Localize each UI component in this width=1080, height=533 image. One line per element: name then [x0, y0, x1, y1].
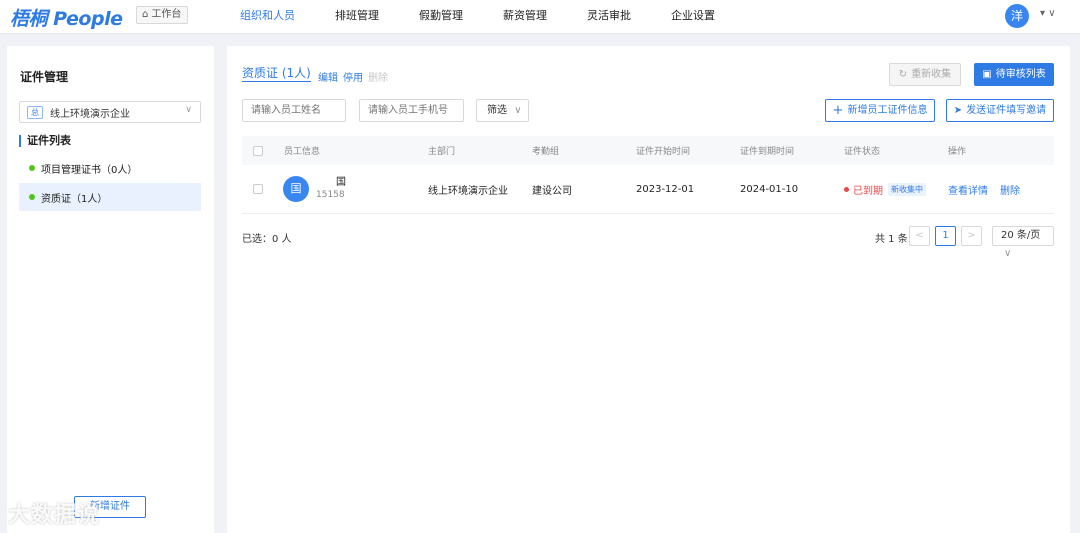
page-title[interactable]: 资质证 (1人)	[242, 66, 311, 82]
refresh-label: 重新收集	[911, 69, 952, 80]
company-select[interactable]: 总 线上环境演示企业 ∨	[19, 101, 201, 123]
send-icon: ➤	[953, 105, 963, 116]
nav-item-attendance[interactable]: 假勤管理	[419, 0, 463, 32]
company-name: 线上环境演示企业	[50, 108, 130, 120]
status-dot-icon	[29, 165, 35, 171]
sidebar-item-label: 项目管理证书（0人）	[41, 164, 138, 176]
cert-table: 员工信息 主部门 考勤组 证件开始时间 证件到期时间 证件状态 操作 国 国 1…	[242, 136, 1054, 214]
sidebar-item-project-cert[interactable]: 项目管理证书（0人）	[19, 154, 201, 182]
col-status: 证件状态	[844, 147, 881, 157]
sidebar: 证件管理 总 线上环境演示企业 ∨ 证件列表 项目管理证书（0人） 资质证（1人…	[7, 46, 214, 533]
col-start: 证件开始时间	[636, 147, 691, 157]
refresh-button[interactable]: ↻ 重新收集	[889, 63, 961, 86]
collecting-badge: 新收集中	[888, 182, 926, 196]
user-avatar[interactable]: 洋	[1005, 4, 1029, 28]
edit-link[interactable]: 编辑	[318, 69, 338, 84]
top-navbar: 梧桐 People ⌂ 工作台 组织和人员 排班管理 假勤管理 薪资管理 灵活审…	[0, 0, 1080, 34]
status-text: 已到期	[853, 185, 883, 197]
col-actions: 操作	[948, 147, 967, 157]
nav-item-payroll[interactable]: 薪资管理	[503, 0, 547, 32]
calendar-icon: ▣	[982, 69, 992, 80]
employee-name-input[interactable]	[242, 99, 346, 122]
page-size-select[interactable]: 20 条/页 ∨	[992, 226, 1054, 259]
workbench-button[interactable]: ⌂ 工作台	[136, 6, 189, 24]
end-date-cell: 2024-01-10	[740, 183, 799, 195]
pending-list-button[interactable]: ▣ 待审核列表	[974, 63, 1054, 86]
add-label: 新增员工证件信息	[847, 105, 928, 116]
send-invite-button[interactable]: ➤ 发送证件填写邀请	[946, 99, 1054, 122]
app-logo[interactable]: 梧桐 People	[10, 4, 123, 31]
chevron-down-icon: ∨	[185, 105, 192, 115]
plus-icon: +	[832, 103, 844, 118]
pending-label: 待审核列表	[995, 69, 1046, 80]
start-date-cell: 2023-12-01	[636, 183, 695, 195]
col-end: 证件到期时间	[740, 147, 795, 157]
invite-label: 发送证件填写邀请	[966, 105, 1047, 116]
department-cell: 线上环境演示企业	[428, 185, 508, 197]
col-group: 考勤组	[532, 147, 560, 157]
col-department: 主部门	[428, 147, 456, 157]
employee-name: 国	[336, 177, 346, 188]
chevron-down-icon: ∨	[1004, 248, 1012, 259]
selected-count: 已选：0 人	[242, 234, 292, 245]
home-icon: ⌂	[142, 9, 149, 20]
sidebar-item-qualification[interactable]: 资质证（1人）	[19, 183, 201, 211]
section-heading: 证件列表	[19, 135, 71, 147]
chevron-down-icon: ∨	[514, 105, 522, 116]
select-all-checkbox[interactable]	[253, 145, 263, 156]
row-checkbox[interactable]	[253, 184, 263, 194]
watermark: 大数据说	[8, 503, 101, 528]
main-nav: 组织和人员 排班管理 假勤管理 薪资管理 灵活审批 企业设置	[240, 0, 755, 34]
nav-item-approval[interactable]: 灵活审批	[587, 0, 631, 32]
filter-dropdown[interactable]: 筛选 ∨	[476, 99, 529, 122]
status-badge: 已到期	[844, 182, 883, 197]
status-dot-icon	[29, 194, 35, 200]
view-details-link[interactable]: 查看详情	[948, 182, 988, 197]
filter-label: 筛选	[487, 105, 507, 116]
disable-link[interactable]: 停用	[343, 69, 363, 84]
page-size-label: 20 条/页	[1001, 230, 1041, 241]
workbench-label: 工作台	[151, 9, 182, 20]
group-cell: 建设公司	[532, 185, 572, 197]
employee-phone-input[interactable]	[359, 99, 464, 122]
employee-avatar: 国	[283, 176, 309, 202]
company-tag: 总	[27, 105, 43, 119]
user-menu-icon[interactable]: ▾ ∨	[1040, 8, 1056, 19]
delete-link[interactable]: 删除	[368, 69, 388, 84]
sidebar-title: 证件管理	[20, 70, 69, 84]
table-header: 员工信息 主部门 考勤组 证件开始时间 证件到期时间 证件状态 操作	[242, 136, 1054, 165]
employee-phone: 15158	[316, 190, 345, 200]
nav-item-org[interactable]: 组织和人员	[240, 0, 295, 32]
page-1-button[interactable]: 1	[935, 226, 956, 246]
delete-row-link[interactable]: 删除	[1000, 182, 1020, 197]
refresh-icon: ↻	[898, 69, 908, 80]
table-row: 国 国 15158 线上环境演示企业 建设公司 2023-12-01 2024-…	[242, 165, 1054, 214]
prev-page-button[interactable]: <	[909, 226, 930, 246]
total-count: 共 1 条	[875, 234, 908, 245]
next-page-button[interactable]: >	[961, 226, 982, 246]
nav-item-company-settings[interactable]: 企业设置	[671, 0, 715, 32]
status-dot-icon	[844, 186, 849, 192]
add-employee-cert-button[interactable]: + 新增员工证件信息	[825, 99, 935, 122]
sidebar-item-label: 资质证（1人）	[41, 193, 108, 205]
col-employee: 员工信息	[284, 147, 321, 157]
main-panel: 资质证 (1人) 编辑 停用 删除 ↻ 重新收集 ▣ 待审核列表 筛选 ∨ + …	[227, 46, 1070, 533]
nav-item-schedule[interactable]: 排班管理	[335, 0, 379, 32]
